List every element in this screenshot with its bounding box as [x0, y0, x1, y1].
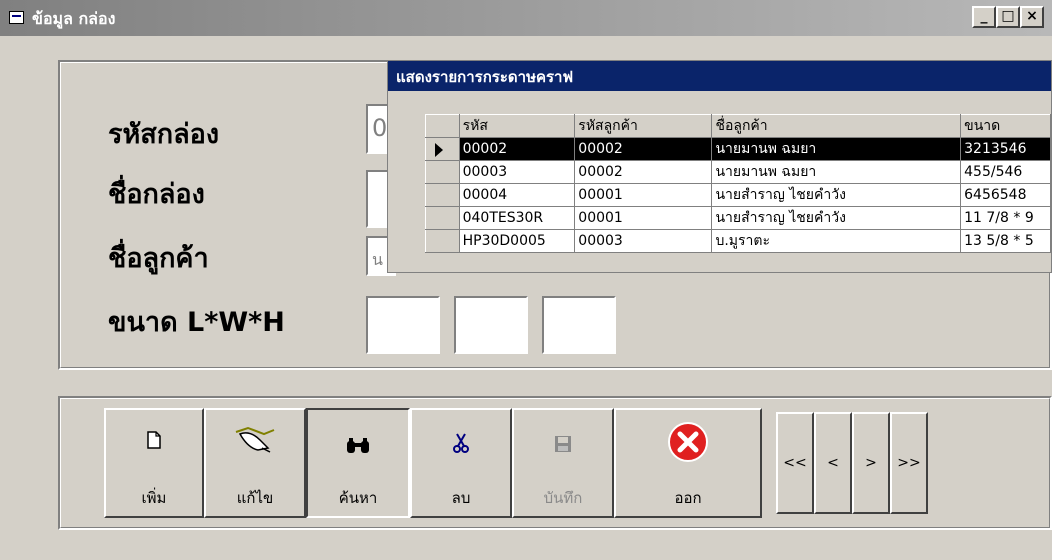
- lookup-grid[interactable]: รหัส รหัสลูกค้า ชื่อลูกค้า ขนาด 00002 00…: [425, 114, 1051, 253]
- box-code-label: รหัสกล่อง: [108, 119, 220, 150]
- scissors-icon: [453, 432, 469, 459]
- customer-name-label: ชื่อลูกค้า: [108, 243, 209, 274]
- cell-size[interactable]: 455/546: [960, 160, 1051, 184]
- cell-code[interactable]: 00003: [458, 160, 576, 184]
- width-input[interactable]: [454, 296, 528, 354]
- lookup-popup[interactable]: แสดงรายการกระดาษคราฟ รหัส รหัสลูกค้า ชื่…: [387, 60, 1052, 273]
- row-selector[interactable]: [425, 137, 460, 161]
- column-header-size[interactable]: ขนาด: [960, 114, 1051, 138]
- next-record-button[interactable]: >: [852, 412, 890, 514]
- delete-button-label: ลบ: [451, 489, 471, 507]
- title-bar[interactable]: ข้อมูล กล่อง _ □ ×: [0, 0, 1052, 36]
- binoculars-icon: [345, 436, 371, 460]
- add-button-label: เพิ่ม: [141, 489, 167, 507]
- cell-code[interactable]: 00004: [458, 183, 576, 207]
- cell-size[interactable]: 11 7/8 * 9: [960, 206, 1051, 230]
- search-button-label: ค้นหา: [338, 489, 378, 507]
- current-row-arrow-icon: [435, 143, 443, 157]
- exit-button-label: ออก: [674, 489, 702, 507]
- delete-button[interactable]: ลบ: [410, 408, 512, 518]
- height-input[interactable]: [542, 296, 616, 354]
- save-button-label: บันทึก: [543, 489, 583, 507]
- cell-customer-code[interactable]: 00001: [574, 206, 713, 230]
- first-record-button[interactable]: <<: [776, 412, 814, 514]
- grid-corner: [425, 114, 460, 138]
- cell-customer-name[interactable]: นายมานพ ฉมยา: [711, 137, 962, 161]
- app-icon: [9, 11, 24, 24]
- table-row[interactable]: 00004 00001 นายสำราญ ไชยคำวัง 6456548: [425, 183, 1051, 207]
- table-row[interactable]: 00002 00002 นายมานพ ฉมยา 3213546: [425, 137, 1051, 161]
- cell-customer-name[interactable]: นายสำราญ ไชยคำวัง: [711, 183, 962, 207]
- last-record-button[interactable]: >>: [890, 412, 928, 514]
- minimize-button[interactable]: _: [972, 6, 996, 28]
- cell-code[interactable]: 00002: [458, 137, 576, 161]
- cell-customer-code[interactable]: 00002: [574, 137, 713, 161]
- grid-header-row: รหัส รหัสลูกค้า ชื่อลูกค้า ขนาด: [425, 114, 1051, 138]
- column-header-customer-code[interactable]: รหัสลูกค้า: [574, 114, 713, 138]
- edit-button[interactable]: แก้ไข: [204, 408, 306, 518]
- row-selector[interactable]: [425, 229, 460, 253]
- box-name-label: ชื่อกล่อง: [108, 179, 205, 210]
- hand-pen-icon: [234, 424, 276, 459]
- popup-title: แสดงรายการกระดาษคราฟ: [388, 61, 1051, 91]
- column-header-code[interactable]: รหัส: [458, 114, 576, 138]
- column-header-customer-name[interactable]: ชื่อลูกค้า: [711, 114, 962, 138]
- table-row[interactable]: 040TES30R 00001 นายสำราญ ไชยคำวัง 11 7/8…: [425, 206, 1051, 230]
- cell-size[interactable]: 3213546: [960, 137, 1051, 161]
- table-row[interactable]: HP30D0005 00003 บ.มูราตะ 13 5/8 * 5: [425, 229, 1051, 253]
- new-document-icon: [147, 430, 161, 454]
- cell-size[interactable]: 6456548: [960, 183, 1051, 207]
- edit-button-label: แก้ไข: [236, 489, 274, 507]
- length-input[interactable]: [366, 296, 440, 354]
- cell-code[interactable]: HP30D0005: [458, 229, 576, 253]
- size-label: ขนาด L*W*H: [108, 307, 285, 338]
- cell-customer-name[interactable]: นายสำราญ ไชยคำวัง: [711, 206, 962, 230]
- floppy-disk-icon: [554, 434, 572, 458]
- search-button[interactable]: ค้นหา: [306, 408, 410, 518]
- save-button[interactable]: บันทึก: [512, 408, 614, 518]
- cell-customer-code[interactable]: 00002: [574, 160, 713, 184]
- cell-customer-code[interactable]: 00003: [574, 229, 713, 253]
- close-button[interactable]: ×: [1020, 6, 1044, 28]
- cell-customer-code[interactable]: 00001: [574, 183, 713, 207]
- row-selector[interactable]: [425, 160, 460, 184]
- row-selector[interactable]: [425, 183, 460, 207]
- add-button[interactable]: เพิ่ม: [104, 408, 204, 518]
- table-row[interactable]: 00003 00002 นายมานพ ฉมยา 455/546: [425, 160, 1051, 184]
- window-title: ข้อมูล กล่อง: [32, 9, 116, 28]
- cell-customer-name[interactable]: บ.มูราตะ: [711, 229, 962, 253]
- cell-code[interactable]: 040TES30R: [458, 206, 576, 230]
- previous-record-button[interactable]: <: [814, 412, 852, 514]
- cell-customer-name[interactable]: นายมานพ ฉมยา: [711, 160, 962, 184]
- row-selector[interactable]: [425, 206, 460, 230]
- cell-size[interactable]: 13 5/8 * 5: [960, 229, 1051, 253]
- maximize-button[interactable]: □: [996, 6, 1020, 28]
- red-x-circle-icon: [666, 420, 710, 469]
- exit-button[interactable]: ออก: [614, 408, 762, 518]
